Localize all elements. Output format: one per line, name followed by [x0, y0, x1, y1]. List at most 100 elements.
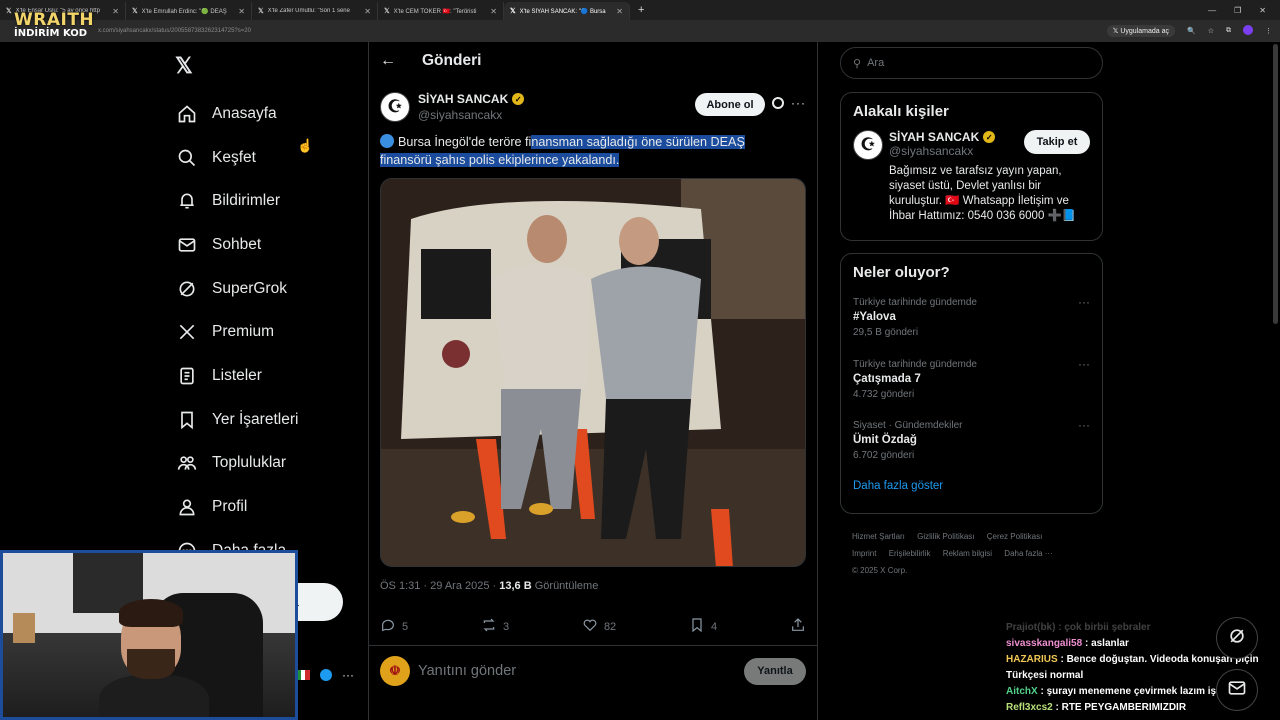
italy-flag-icon [296, 670, 311, 680]
new-tab-icon[interactable]: + [630, 4, 652, 16]
follow-button[interactable]: Takip et [1024, 130, 1090, 154]
person-avatar[interactable]: ☪ [853, 130, 883, 160]
sidebar-item-home[interactable]: Anasayfa [176, 92, 298, 136]
repost-action[interactable]: 3 [481, 617, 509, 636]
sidebar-item-supergrok[interactable]: SuperGrok [176, 267, 298, 311]
mail-icon [1227, 678, 1247, 703]
reply-action[interactable]: 5 [380, 617, 408, 636]
close-window-icon[interactable]: ✕ [1259, 6, 1266, 15]
sidebar-item-communities[interactable]: Topluluklar [176, 442, 298, 486]
more-options-icon[interactable]: ··· [791, 96, 806, 110]
footer-link[interactable]: Daha fazla ··· [1004, 549, 1052, 558]
community-icon [176, 453, 198, 473]
sidebar-item-chat[interactable]: Sohbet [176, 223, 298, 267]
footer-link[interactable]: Erişilebilirlik [889, 549, 931, 558]
browser-tabbar: 𝕏 X'te Ensar Uslu: "5 ay önce http ✕ 𝕏 X'te… [0, 0, 1280, 20]
verified-gold-icon: ✓ [512, 93, 525, 105]
footer-link[interactable]: Hizmet Şartları [852, 532, 905, 541]
close-tab-icon[interactable]: ✕ [112, 7, 119, 16]
star-icon[interactable]: ☆ [1208, 27, 1214, 35]
reply-composer: ☫ Yanıtını gönder Yanıtla [380, 656, 806, 686]
sidebar-item-bookmarks[interactable]: Yer İşaretleri [176, 398, 298, 442]
author-avatar[interactable]: ☪ [380, 92, 410, 122]
x-logo-icon[interactable]: 𝕏 [175, 53, 193, 79]
sidebar-item-profile[interactable]: Profil [176, 485, 298, 529]
more-options-icon[interactable]: ··· [1078, 357, 1090, 371]
trend-item[interactable]: Türkiye tarihinde gündemde #Yalova 29,5 … [841, 291, 1102, 353]
verified-badge-icon [320, 669, 332, 681]
back-arrow-icon[interactable]: ← [380, 52, 396, 70]
close-tab-icon[interactable]: ✕ [616, 7, 623, 16]
close-tab-icon[interactable]: ✕ [490, 7, 497, 16]
more-options-icon[interactable]: ··· [1078, 418, 1090, 432]
subscribe-button[interactable]: Abone ol [695, 93, 765, 116]
page-title: Gönderi [422, 52, 482, 69]
extensions-icon[interactable]: ⧉ [1226, 27, 1231, 35]
bookmark-icon [689, 617, 705, 636]
minimize-icon[interactable]: — [1208, 6, 1216, 15]
related-person[interactable]: ☪ SİYAH SANCAK ✓ @siyahsancakx Takip et [841, 130, 1102, 160]
footer-link[interactable]: Imprint [852, 549, 876, 558]
x-favicon-icon: 𝕏 [384, 8, 390, 15]
repost-icon [481, 617, 497, 636]
show-more-link[interactable]: Daha fazla göster [841, 476, 1102, 504]
reply-button[interactable]: Yanıtla [744, 657, 806, 685]
address-bar-actions: 𝕏 Uygulamada aç 🔍 ☆ ⧉ ⋮ [1106, 25, 1272, 37]
like-action[interactable]: 82 [582, 617, 616, 636]
close-tab-icon[interactable]: ✕ [238, 7, 245, 16]
grok-float-button[interactable] [1216, 617, 1258, 659]
my-avatar[interactable]: ☫ [380, 656, 410, 686]
post-actions: 5 3 82 4 [380, 617, 806, 636]
reply-input[interactable]: Yanıtını gönder [418, 663, 516, 679]
url-text[interactable]: x.com/siyahsancakx/status/20055873832623… [98, 28, 251, 34]
heart-icon [582, 617, 598, 636]
sidebar-item-notifications[interactable]: Bildirimler [176, 179, 298, 223]
search-input[interactable]: ⚲ Ara [840, 47, 1103, 79]
address-bar[interactable]: x.com/siyahsancakx/status/20055873832623… [0, 20, 1280, 42]
menu-icon[interactable]: ⋮ [1265, 27, 1272, 35]
search-icon: ⚲ [853, 57, 862, 70]
post-timestamp[interactable]: ÖS 1:31 · 29 Ara 2025 · 13,6 B Görüntüle… [380, 580, 598, 592]
post-author[interactable]: ☪ SİYAH SANCAK ✓ @siyahsancakx [380, 92, 525, 122]
trend-item[interactable]: Siyaset · Gündemdekiler Ümit Özdağ 6.702… [841, 414, 1102, 476]
trend-item[interactable]: Türkiye tarihinde gündemde Çatışmada 7 4… [841, 353, 1102, 415]
reply-icon [380, 617, 396, 636]
more-dots-icon[interactable]: ··· [342, 668, 354, 682]
list-icon [176, 366, 198, 386]
footer-link[interactable]: Reklam bilgisi [943, 549, 992, 558]
scrollbar[interactable] [1273, 44, 1278, 324]
messages-float-button[interactable] [1216, 669, 1258, 711]
browser-tab[interactable]: 𝕏 X'te Emrullah Erdinc: "🟢 DEAŞ ✕ [126, 2, 252, 20]
author-handle[interactable]: @siyahsancakx [418, 108, 524, 122]
person-icon [176, 497, 198, 517]
footer-link[interactable]: Çerez Politikası [987, 532, 1043, 541]
maximize-icon[interactable]: ❐ [1234, 6, 1241, 15]
post-image[interactable] [380, 178, 806, 567]
verified-gold-icon: ✓ [983, 131, 996, 143]
bookmark-action[interactable]: 4 [689, 617, 717, 636]
more-options-icon[interactable]: ··· [1078, 295, 1090, 309]
window-controls: — ❐ ✕ [1208, 6, 1280, 15]
sidebar-item-premium[interactable]: Premium [176, 310, 298, 354]
bell-icon [176, 191, 198, 211]
home-icon [176, 104, 198, 124]
person-bio: Bağımsız ve tarafsız yayın yapan, siyase… [889, 165, 1077, 222]
browser-tab-active[interactable]: 𝕏 X'te SİYAH SANCAK: "🔵 Bursa ✕ [504, 2, 630, 20]
author-name[interactable]: SİYAH SANCAK [418, 92, 508, 106]
sidebar-item-explore[interactable]: Keşfet [176, 136, 298, 180]
browser-tab[interactable]: 𝕏 X'te Zafer Umutlu: "Son 1 sene ✕ [252, 2, 378, 20]
x-favicon-icon: 𝕏 [510, 8, 516, 15]
sidebar-item-lists[interactable]: Listeler [176, 354, 298, 398]
open-in-app-button[interactable]: 𝕏 Uygulamada aç [1106, 25, 1175, 37]
profile-icon[interactable] [1243, 25, 1253, 37]
grok-icon[interactable] [772, 97, 784, 109]
zoom-icon[interactable]: 🔍 [1187, 27, 1196, 35]
trends-card: Neler oluyor? Türkiye tarihinde gündemde… [840, 253, 1103, 514]
browser-tab[interactable]: 𝕏 X'te CEM TOKER 🇹🇷: "Teröristi ✕ [378, 2, 504, 20]
divider [369, 645, 817, 646]
share-action[interactable] [790, 617, 806, 636]
footer-link[interactable]: Gizlilik Politikası [917, 532, 974, 541]
stream-overlay-logo: WRAITH İNDİRİM KOD [14, 10, 95, 39]
account-switcher[interactable]: ··· [296, 668, 354, 682]
close-tab-icon[interactable]: ✕ [364, 7, 371, 16]
